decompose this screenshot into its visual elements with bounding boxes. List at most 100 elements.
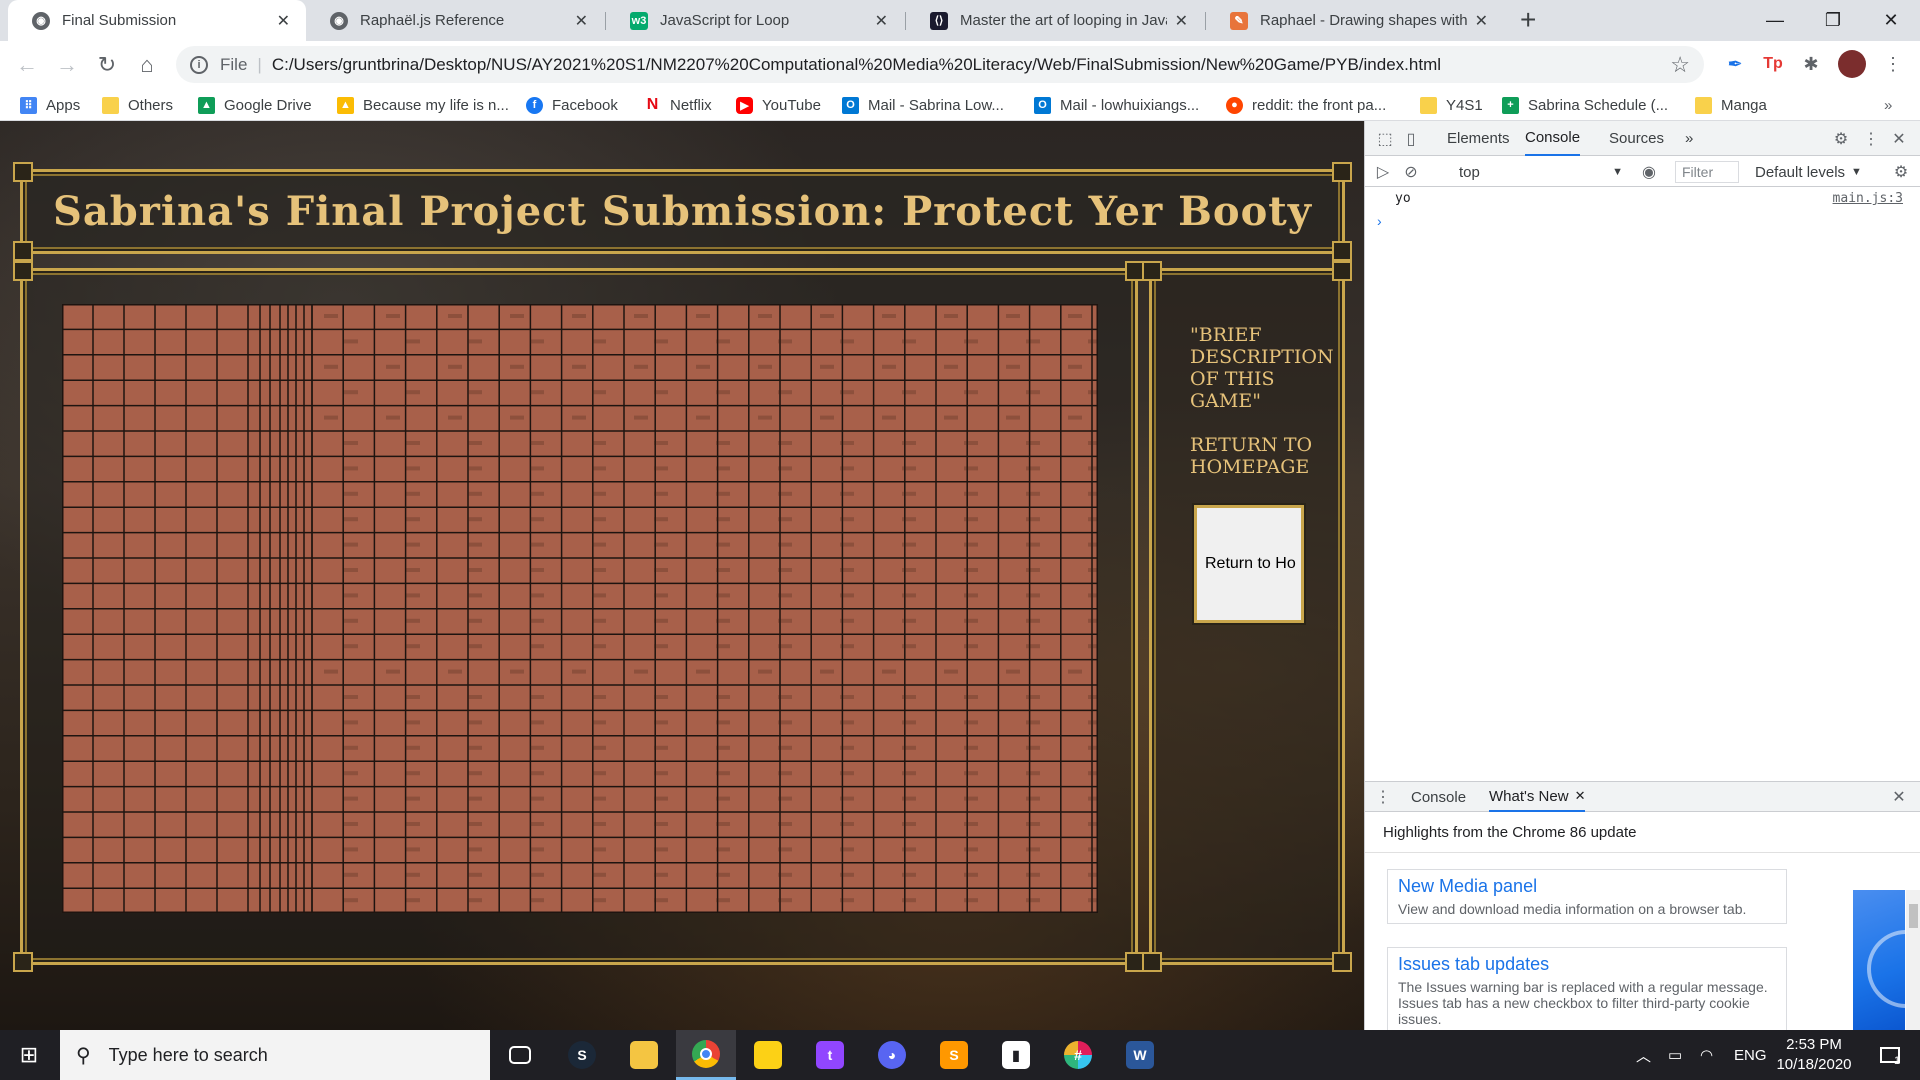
drawer-scrollbar[interactable]	[1906, 890, 1920, 1031]
close-devtools-icon[interactable]: ✕	[1889, 129, 1909, 149]
reload-button[interactable]: ↻	[92, 50, 122, 80]
devtools-menu-icon[interactable]: ⋮	[1861, 129, 1881, 149]
whats-new-card[interactable]: New Media panel View and download media …	[1387, 869, 1787, 924]
bookmark-manga[interactable]: Manga	[1695, 94, 1767, 116]
console-prompt[interactable]: ›	[1377, 213, 1382, 229]
drawer-tab-console[interactable]: Console	[1411, 782, 1466, 812]
inspect-element-icon[interactable]: ⬚	[1375, 129, 1395, 149]
back-button[interactable]: ←	[12, 50, 42, 80]
pen-extension-icon[interactable]: ✒	[1722, 51, 1748, 77]
sticky-notes-icon[interactable]	[738, 1030, 798, 1080]
restore-button[interactable]: ❐	[1804, 0, 1862, 41]
close-window-button[interactable]: ✕	[1862, 0, 1920, 41]
close-tab-icon[interactable]: ✕	[1475, 11, 1488, 31]
chrome-icon[interactable]	[676, 1030, 736, 1080]
windows-start-icon[interactable]: ⊞	[0, 1030, 58, 1080]
more-tabs-icon[interactable]: »	[1685, 121, 1693, 156]
live-expression-eye-icon[interactable]: ◉	[1639, 162, 1659, 182]
new-tab-button[interactable]: +	[1520, 6, 1536, 34]
close-tab-icon[interactable]: ✕	[575, 11, 588, 31]
bookmark-y4s1[interactable]: Y4S1	[1420, 94, 1483, 116]
brick-mortar	[1026, 390, 1040, 395]
tab-sources[interactable]: Sources	[1609, 121, 1664, 156]
notification-center-icon[interactable]: 1	[1868, 1030, 1912, 1080]
brick-mortar	[324, 415, 338, 420]
game-description-link[interactable]: "BRIEF DESCRIPTION OF THIS GAME"	[1190, 324, 1340, 412]
steam-icon[interactable]: S	[552, 1030, 612, 1080]
bookmark-others[interactable]: Others	[102, 94, 173, 116]
bookmark-mail-lowhuixiang[interactable]: O Mail - lowhuixiangs...	[1034, 94, 1199, 116]
tab-console[interactable]: Console	[1525, 121, 1581, 156]
card-title[interactable]: New Media panel	[1398, 876, 1776, 897]
sidebar-toggle-icon[interactable]: ▷	[1373, 162, 1393, 182]
game-grid-canvas[interactable]	[62, 304, 1098, 913]
slack-icon[interactable]: #	[1048, 1030, 1108, 1080]
card-title[interactable]: Issues tab updates	[1398, 954, 1776, 975]
profile-avatar[interactable]	[1838, 50, 1866, 78]
task-view-icon[interactable]	[490, 1030, 550, 1080]
url-text[interactable]: C:/Users/gruntbrina/Desktop/NUS/AY2021%2…	[272, 55, 1670, 75]
discord-icon[interactable]: ◕	[862, 1030, 922, 1080]
word-icon[interactable]: W	[1110, 1030, 1170, 1080]
folder-icon	[102, 96, 119, 114]
bookmark-mail-sabrina[interactable]: O Mail - Sabrina Low...	[842, 94, 1004, 116]
context-select[interactable]: top ▼	[1453, 161, 1623, 183]
scrollbar-thumb[interactable]	[1909, 904, 1918, 928]
console-settings-gear-icon[interactable]: ⚙	[1891, 162, 1911, 182]
tab-js-for-loop[interactable]: w3 JavaScript for Loop ✕	[606, 0, 904, 41]
log-levels-dropdown[interactable]: Default levels ▼	[1755, 161, 1875, 183]
drawer-tab-whats-new[interactable]: What's New ✕	[1489, 782, 1586, 812]
brick-mortar	[406, 720, 420, 725]
tab-final-submission[interactable]: ◉ Final Submission ✕	[8, 0, 306, 41]
bookmark-reddit[interactable]: ● reddit: the front pa...	[1226, 94, 1386, 116]
home-button[interactable]: ⌂	[132, 50, 162, 80]
bookmark-apps[interactable]: ⠿ Apps	[20, 94, 80, 116]
console-source-link[interactable]: main.js:3	[1833, 191, 1903, 206]
close-tab-icon[interactable]: ✕	[875, 11, 888, 31]
bookmark-google-drive[interactable]: ▲ Google Drive	[198, 94, 312, 116]
file-explorer-icon[interactable]	[614, 1030, 674, 1080]
tab-master-looping[interactable]: ⟨⟩ Master the art of looping in JavaS ✕	[906, 0, 1204, 41]
more-bookmarks-icon[interactable]: »	[1884, 94, 1892, 116]
show-hidden-icons[interactable]: ︿	[1636, 1030, 1651, 1080]
device-toolbar-icon[interactable]: ▯	[1401, 129, 1421, 149]
bookmark-netflix[interactable]: N Netflix	[644, 94, 712, 116]
bookmark-sabrina-schedule[interactable]: + Sabrina Schedule (...	[1502, 94, 1668, 116]
taskbar-clock[interactable]: 2:53 PM 10/18/2020	[1770, 1035, 1858, 1075]
taskbar-search-input[interactable]: ⚲ Type here to search	[60, 1030, 490, 1080]
whats-new-card[interactable]: Issues tab updates The Issues warning ba…	[1387, 947, 1787, 1031]
close-tab-icon[interactable]: ✕	[1175, 11, 1188, 31]
settings-gear-icon[interactable]: ⚙	[1831, 129, 1851, 149]
address-bar[interactable]: i File | C:/Users/gruntbrina/Desktop/NUS…	[176, 46, 1704, 83]
return-home-button[interactable]: Return to Ho	[1194, 505, 1304, 623]
zoom-icon[interactable]: ▮	[986, 1030, 1046, 1080]
close-tab-icon[interactable]: ✕	[277, 11, 290, 31]
return-homepage-link[interactable]: RETURN TO HOMEPAGE	[1190, 434, 1340, 478]
info-icon[interactable]: i	[190, 55, 208, 74]
tab-raphael-reference[interactable]: ◉ Raphaël.js Reference ✕	[306, 0, 604, 41]
console-filter-input[interactable]: Filter	[1675, 161, 1739, 183]
minimize-button[interactable]: —	[1746, 0, 1804, 41]
brick-mortar	[592, 796, 606, 801]
close-tab-icon[interactable]: ✕	[1575, 788, 1586, 804]
tp-extension-icon[interactable]: Tp	[1760, 51, 1786, 77]
battery-icon[interactable]: ▭	[1668, 1030, 1682, 1080]
menu-kebab-icon[interactable]: ⋮	[1880, 51, 1906, 77]
twitch-icon[interactable]: t	[800, 1030, 860, 1080]
tab-raphael-shapes[interactable]: ✎ Raphael - Drawing shapes with m ✕	[1206, 0, 1504, 41]
bookmark-because-my-life[interactable]: ▲ Because my life is n...	[337, 94, 509, 116]
forward-button[interactable]: →	[52, 50, 82, 80]
tab-title: JavaScript for Loop	[660, 12, 790, 29]
puzzle-extension-icon[interactable]: ✱	[1798, 51, 1824, 77]
tab-elements[interactable]: Elements	[1447, 121, 1510, 156]
close-drawer-icon[interactable]: ✕	[1889, 787, 1909, 807]
language-indicator[interactable]: ENG	[1734, 1030, 1767, 1080]
bookmark-facebook[interactable]: f Facebook	[526, 94, 618, 116]
bookmark-youtube[interactable]: ▶ YouTube	[736, 94, 821, 116]
bookmark-star-icon[interactable]: ☆	[1670, 52, 1690, 78]
wifi-icon[interactable]: ◠	[1700, 1030, 1713, 1080]
sublime-text-icon[interactable]: S	[924, 1030, 984, 1080]
brick-mortar	[592, 441, 606, 445]
drawer-menu-icon[interactable]: ⋮	[1373, 787, 1393, 807]
clear-console-icon[interactable]: ⊘	[1401, 162, 1421, 182]
